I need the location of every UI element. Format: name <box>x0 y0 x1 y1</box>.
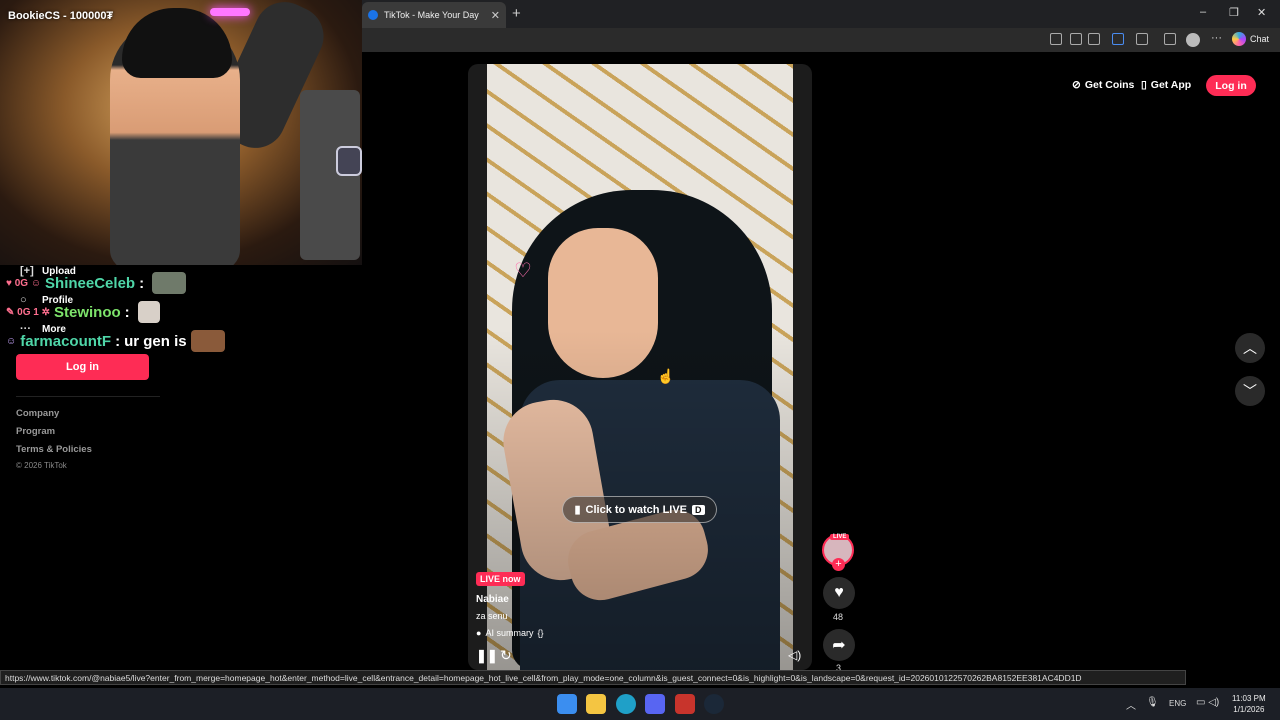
split-screen-icon[interactable] <box>1050 33 1062 45</box>
more-options-icon[interactable]: ··· <box>1211 32 1222 44</box>
mouse-cursor-icon: ☝ <box>657 368 675 384</box>
extensions-puzzle-icon[interactable] <box>1136 33 1148 45</box>
footer-link-program[interactable]: Program <box>16 426 55 437</box>
get-app-label: Get App <box>1150 79 1192 91</box>
heart-icon: ♥ <box>834 584 844 601</box>
chat-badges: ☺ <box>6 335 17 347</box>
close-window-button[interactable]: ✕ <box>1257 6 1266 19</box>
chat-username: Stewinoo <box>54 303 121 321</box>
file-explorer-icon[interactable] <box>586 694 606 714</box>
pause-button[interactable]: ❚❚ <box>476 648 498 664</box>
steam-icon[interactable] <box>704 694 724 714</box>
heart-sticker-icon: ♡ <box>514 260 532 282</box>
coin-icon: ⊘ <box>1072 79 1081 91</box>
live-now-badge: LIVE now <box>476 572 525 586</box>
stream-title: BookieCS - 100000₮ <box>8 10 114 22</box>
phone-icon: ▯ <box>1141 79 1147 91</box>
status-bar-url: https://www.tiktok.com/@nabiae5/live?ent… <box>0 670 1186 685</box>
chat-badges: ♥ 0G ☺ <box>6 277 42 289</box>
like-button[interactable]: ♥ <box>823 577 855 609</box>
sidebar-login-button[interactable]: Log in <box>16 354 149 380</box>
microphone-tray-icon[interactable]: 🎙 <box>1146 697 1159 708</box>
streamer-hair <box>122 8 232 78</box>
get-app-button[interactable]: ▯ Get App <box>1141 79 1191 91</box>
restore-button[interactable]: ❐ <box>1229 6 1239 19</box>
share-arrow-icon: ➦ <box>832 637 846 654</box>
input-language[interactable]: ENG <box>1169 699 1186 708</box>
network-volume-tray-icon[interactable]: ▭ ◁) <box>1196 697 1219 708</box>
chevron-down-icon: ﹀ <box>1243 383 1257 399</box>
chevron-up-icon: ︿ <box>1243 340 1257 356</box>
windows-taskbar <box>0 688 1280 720</box>
sidebar-divider <box>16 396 160 397</box>
next-video-button[interactable]: ﹀ <box>1235 376 1265 406</box>
game-launcher-icon[interactable] <box>675 694 695 714</box>
volume-icon[interactable]: ◁) <box>788 648 801 662</box>
ai-summary-button[interactable]: ● AI summary {} <box>476 628 543 638</box>
chat-username: farmacountF <box>20 332 112 350</box>
refresh-icon[interactable]: ↻ <box>500 647 512 664</box>
browser-essentials-icon[interactable] <box>1164 33 1176 45</box>
windows-start-icon[interactable] <box>557 694 577 714</box>
ai-summary-suffix: {} <box>537 628 544 638</box>
video-caption: za senu <box>476 611 508 621</box>
ai-summary-icon: ● <box>476 628 482 638</box>
footer-link-company[interactable]: Company <box>16 408 59 419</box>
new-tab-button[interactable]: + <box>512 5 521 22</box>
like-count: 48 <box>833 612 844 622</box>
browser-tab-tiktok[interactable]: TikTok - Make Your Day ✕ <box>362 2 506 28</box>
follow-plus-icon[interactable]: + <box>832 558 845 571</box>
get-coins-button[interactable]: ⊘ Get Coins <box>1072 79 1134 91</box>
taskbar-clock[interactable]: 11:03 PM 1/1/2026 <box>1232 693 1266 715</box>
watch-live-label: Click to watch LIVE <box>585 503 688 516</box>
chat-message: ☺ farmacountF: ur gen is <box>6 330 225 352</box>
header-login-button[interactable]: Log in <box>1206 75 1256 96</box>
chat-label: Chat <box>1250 34 1270 44</box>
discord-icon[interactable] <box>645 694 665 714</box>
get-coins-label: Get Coins <box>1084 79 1135 91</box>
rgb-light <box>210 8 250 16</box>
chat-emote-icon <box>190 330 225 352</box>
signal-bars-icon: ▮ <box>574 504 581 516</box>
footer-link-terms[interactable]: Terms & Policies <box>16 444 92 455</box>
camera-badge-icon <box>336 146 362 176</box>
minimize-button[interactable]: – <box>1200 6 1206 18</box>
chat-emote-icon <box>137 301 160 323</box>
chat-username: ShineeCeleb <box>45 274 136 292</box>
copilot-chat-button[interactable]: Chat <box>1232 32 1269 46</box>
video-author[interactable]: Nabiae <box>476 594 509 605</box>
copyright-text: © 2026 TikTok <box>16 461 67 470</box>
avatar-live-tag: LIVE <box>830 534 850 540</box>
tab-favicon-icon <box>368 10 378 20</box>
profile-avatar-icon[interactable] <box>1186 33 1200 47</box>
chat-badges: ✎ 0G 1 ✲ <box>6 306 50 318</box>
clock-time: 11:03 PM <box>1232 694 1266 703</box>
chat-text: ur gen is <box>124 332 187 350</box>
chat-emote-icon <box>152 272 187 294</box>
copilot-icon <box>1232 32 1246 46</box>
tab-close-icon[interactable]: ✕ <box>491 9 500 22</box>
chat-message: ♥ 0G ☺ ShineeCeleb: <box>6 272 187 294</box>
ai-summary-label: AI summary <box>485 628 534 638</box>
read-aloud-icon[interactable] <box>1070 33 1082 45</box>
keyboard-shortcut-badge: D <box>692 504 705 515</box>
chat-message: ✎ 0G 1 ✲ Stewinoo: <box>6 301 160 323</box>
streamer-webcam: BookieCS - 100000₮ <box>0 0 362 265</box>
favorite-star-icon[interactable] <box>1088 33 1100 45</box>
share-button[interactable]: ➦ <box>823 629 855 661</box>
extension-icon[interactable] <box>1112 33 1124 45</box>
clock-date: 1/1/2026 <box>1233 705 1265 714</box>
previous-video-button[interactable]: ︿ <box>1235 333 1265 363</box>
tray-overflow-icon[interactable]: ︿ <box>1126 697 1136 712</box>
tab-title: TikTok - Make Your Day <box>384 10 479 20</box>
watch-live-button[interactable]: ▮ Click to watch LIVE D <box>562 496 717 523</box>
edge-browser-icon[interactable] <box>616 694 636 714</box>
